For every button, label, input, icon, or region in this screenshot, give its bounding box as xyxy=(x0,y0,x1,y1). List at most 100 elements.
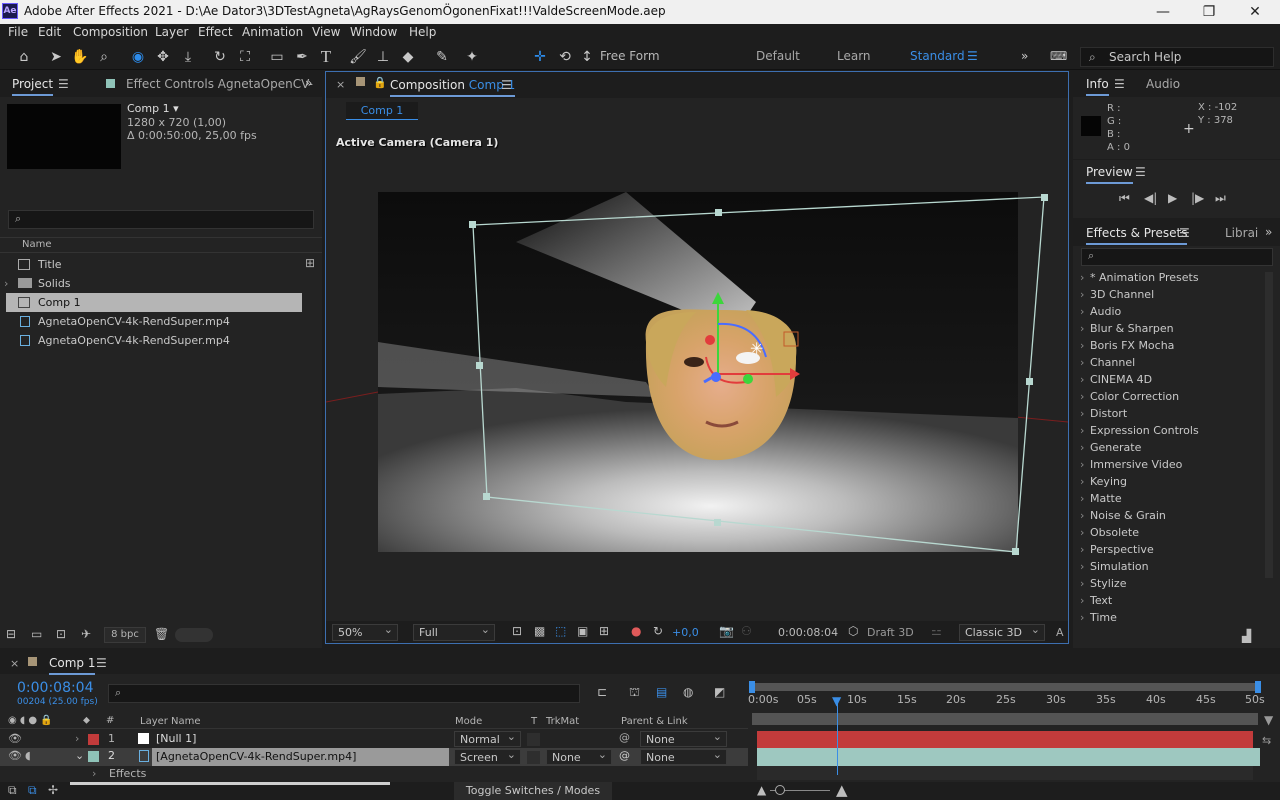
motion-blur-icon[interactable]: ◍ xyxy=(683,685,693,699)
view-axis-mode-icon[interactable]: ↕ xyxy=(577,47,597,67)
workspace-overflow-icon[interactable]: » xyxy=(1021,49,1028,63)
transparency-grid-icon[interactable]: ▩ xyxy=(534,624,545,638)
effects-item[interactable]: Boris FX Mocha xyxy=(1080,337,1260,354)
close-button[interactable]: ✕ xyxy=(1240,2,1270,22)
effects-item[interactable]: Time xyxy=(1080,609,1260,626)
free-form-label[interactable]: Free Form xyxy=(600,49,660,63)
snapshot-icon[interactable]: 📷 xyxy=(719,624,734,638)
draft-3d-toggle-icon[interactable]: ⛫ xyxy=(629,685,640,701)
new-composition-icon[interactable]: ⊡ xyxy=(56,627,66,641)
comp-button-icon[interactable]: ⇆ xyxy=(1262,734,1271,747)
show-snapshot-icon[interactable]: ⚇ xyxy=(741,624,752,638)
preserve-transparency-toggle[interactable] xyxy=(527,751,540,764)
resolution-dropdown[interactable]: Full xyxy=(413,622,495,641)
brush-tool-icon[interactable]: 🖌 xyxy=(348,47,368,67)
preserve-transparency-toggle[interactable] xyxy=(527,733,540,746)
selection-tool-icon[interactable]: ➤ xyxy=(46,47,66,67)
effects-item[interactable]: Obsolete xyxy=(1080,524,1260,541)
effects-item[interactable]: Audio xyxy=(1080,303,1260,320)
effects-item[interactable]: Simulation xyxy=(1080,558,1260,575)
hand-tool-icon[interactable]: ✋ xyxy=(70,47,90,67)
home-icon[interactable]: ⌂ xyxy=(14,47,34,67)
last-frame-icon[interactable]: ⏭ xyxy=(1215,191,1226,206)
tab-project[interactable]: Project xyxy=(12,77,54,96)
zoom-in-icon[interactable]: ▲ xyxy=(836,781,848,799)
pen-tool-icon[interactable]: ✒ xyxy=(292,47,312,67)
zoom-dropdown[interactable]: 50% xyxy=(332,622,398,641)
zoom-out-icon[interactable]: ▲ xyxy=(757,783,766,797)
layer-label-color[interactable] xyxy=(88,734,99,745)
tab-timeline-comp1[interactable]: Comp 1 xyxy=(49,656,96,675)
pan-behind-tool-icon[interactable]: ✥ xyxy=(153,47,173,67)
lock-icon[interactable]: 🔒 xyxy=(373,76,387,89)
rotate-tool-icon[interactable]: ↻ xyxy=(210,47,230,67)
work-area-end-handle[interactable] xyxy=(1255,681,1261,693)
workspace-standard[interactable]: Standard xyxy=(910,49,965,63)
audio-icon[interactable]: ◖ xyxy=(25,749,31,762)
pick-whip-icon[interactable]: @ xyxy=(619,749,630,762)
project-item-footage-2[interactable]: AgnetaOpenCV-4k-RendSuper.mp4 xyxy=(6,331,302,350)
project-item-comp1[interactable]: Comp 1 xyxy=(6,293,302,312)
rectangle-tool-icon[interactable]: ▭ xyxy=(267,47,287,67)
menu-animation[interactable]: Animation xyxy=(242,25,303,39)
column-mode[interactable]: Mode xyxy=(455,716,482,727)
effects-item[interactable]: Perspective xyxy=(1080,541,1260,558)
workspace-menu-icon[interactable]: ☰ xyxy=(967,49,978,63)
info-menu-icon[interactable]: ☰ xyxy=(1114,77,1125,91)
orbit-camera-tool-icon[interactable]: ◉ xyxy=(128,47,148,67)
play-icon[interactable]: ▶ xyxy=(1168,191,1177,205)
effects-item[interactable]: Blur & Sharpen xyxy=(1080,320,1260,337)
menu-effect[interactable]: Effect xyxy=(198,25,233,39)
tab-composition[interactable]: Composition Comp 1 xyxy=(390,78,516,97)
project-menu-icon[interactable]: ☰ xyxy=(58,77,69,91)
layer-name[interactable]: [Null 1] xyxy=(156,732,196,745)
roto-brush-tool-icon[interactable]: ✎ xyxy=(432,47,452,67)
composition-menu-icon[interactable]: ☰ xyxy=(501,78,512,92)
workspace-learn[interactable]: Learn xyxy=(837,49,871,63)
close-tab-icon[interactable]: × xyxy=(10,657,19,670)
workspace-default[interactable]: Default xyxy=(756,49,800,63)
pick-whip-icon[interactable]: @ xyxy=(619,731,630,744)
extended-viewer-icon[interactable]: ⚍ xyxy=(931,624,942,638)
expand-arrow-icon[interactable]: › xyxy=(4,274,8,293)
layer-mode-dropdown[interactable]: Screen xyxy=(454,747,521,765)
comp-viewer[interactable]: ✳ xyxy=(326,182,1068,622)
layer-switches-icon[interactable]: ⧉ xyxy=(8,783,17,798)
puppet-tool-icon[interactable]: ✦ xyxy=(462,47,482,67)
dolly-tool-icon[interactable]: ⤓ xyxy=(178,47,198,67)
world-axis-mode-icon[interactable]: ⟲ xyxy=(555,47,575,67)
clone-stamp-tool-icon[interactable]: ⊥ xyxy=(373,47,393,67)
toggle-switches-modes-button[interactable]: Toggle Switches / Modes xyxy=(454,782,612,800)
work-area-start-handle[interactable] xyxy=(749,681,755,693)
project-search-input[interactable]: ⌕ xyxy=(8,210,314,229)
timeline-search-input[interactable]: ⌕ xyxy=(108,684,580,703)
project-item-solids[interactable]: › Solids xyxy=(4,274,302,293)
effects-item[interactable]: Text xyxy=(1080,592,1260,609)
keyboard-icon[interactable]: ⌨ xyxy=(1050,49,1067,63)
menu-window[interactable]: Window xyxy=(350,25,397,39)
effects-item[interactable]: Expression Controls xyxy=(1080,422,1260,439)
effects-search-input[interactable]: ⌕ xyxy=(1081,248,1273,266)
exposure-value[interactable]: +0,0 xyxy=(672,626,699,639)
new-preset-icon[interactable]: ▟ xyxy=(1242,629,1251,643)
menu-edit[interactable]: Edit xyxy=(38,25,61,39)
tab-effect-controls[interactable]: Effect Controls AgnetaOpenCV- xyxy=(126,77,313,91)
in-out-icon[interactable]: ✢ xyxy=(48,783,58,797)
effects-scrollbar[interactable] xyxy=(1265,272,1273,578)
expand-arrow-icon[interactable]: › xyxy=(75,732,79,745)
zoom-slider-thumb[interactable] xyxy=(775,785,785,795)
mask-visibility-icon[interactable]: ⬚ xyxy=(555,624,566,638)
close-tab-icon[interactable]: × xyxy=(336,78,345,91)
work-area-bar[interactable] xyxy=(752,683,1260,691)
next-frame-icon[interactable]: |▶ xyxy=(1191,191,1204,205)
effects-item[interactable]: Distort xyxy=(1080,405,1260,422)
channel-icon[interactable]: ● xyxy=(631,624,641,638)
tab-effects-presets[interactable]: Effects & Presets xyxy=(1086,226,1188,245)
collapse-arrow-icon[interactable]: ⌄ xyxy=(75,749,84,762)
effects-item[interactable]: Channel xyxy=(1080,354,1260,371)
horizontal-scrollbar[interactable] xyxy=(70,782,390,785)
column-parent[interactable]: Parent & Link xyxy=(621,716,688,727)
zoom-tool-icon[interactable]: ⌕ xyxy=(94,47,114,67)
comp-breadcrumb[interactable]: Comp 1 xyxy=(346,102,418,120)
eraser-tool-icon[interactable]: ◆ xyxy=(398,47,418,67)
